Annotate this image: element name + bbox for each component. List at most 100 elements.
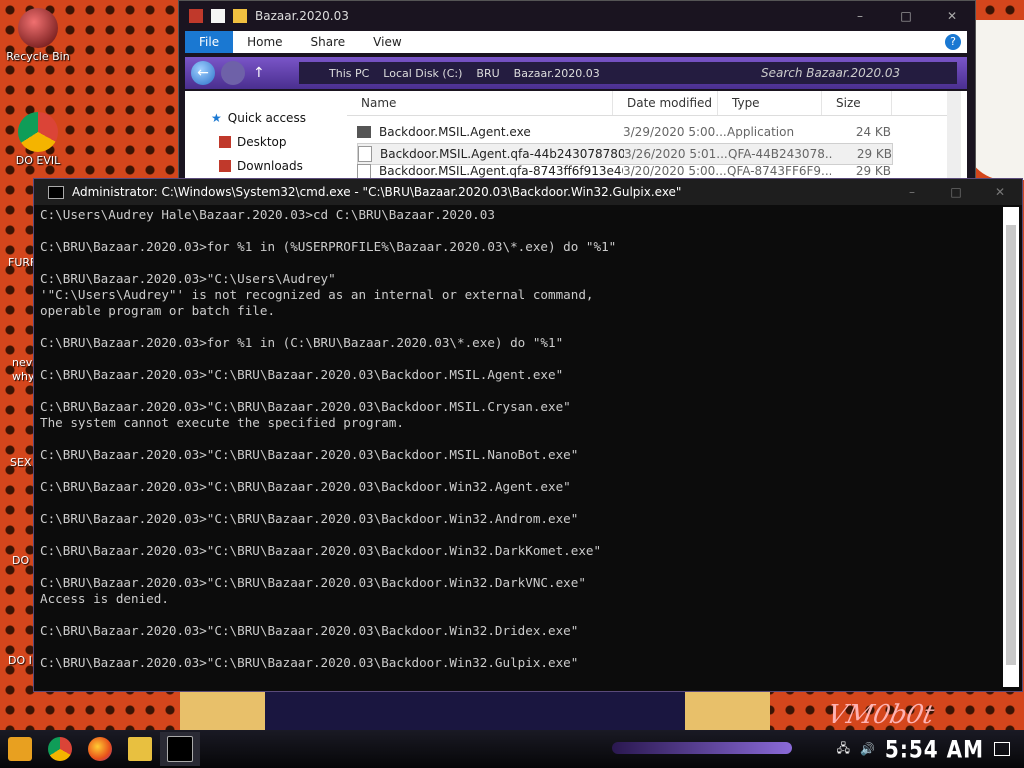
file-size: 29 KB [856,147,892,161]
file-name: Backdoor.MSIL.Agent.exe [379,125,531,139]
nav-item-downloads[interactable]: Downloads [219,159,303,173]
terminal-icon [167,736,193,762]
explorer-app-icon [189,9,203,23]
file-size: 24 KB [855,125,891,139]
clock[interactable]: 5:54 AM [885,735,984,764]
tab-file[interactable]: File [185,31,234,53]
console-line: C:\BRU\Bazaar.2020.03>"C:\BRU\Bazaar.202… [40,447,579,462]
start-button[interactable] [0,732,40,766]
maximize-button[interactable]: □ [934,179,978,205]
explorer-window-controls: – □ ✕ [837,1,975,31]
column-header-date[interactable]: Date modified [613,91,718,115]
search-input[interactable]: Search Bazaar.2020.03 [751,62,957,84]
notification-icon[interactable] [994,742,1010,756]
close-button[interactable]: ✕ [978,179,1022,205]
nav-item-label: Desktop [237,135,287,149]
network-icon[interactable]: 🖧 [837,739,850,760]
star-icon: ★ [211,111,222,125]
file-row[interactable]: Backdoor.MSIL.Agent.qfa-44b243078780fa..… [357,143,893,165]
ribbon-tabs: File Home Share View ? [185,31,967,53]
downloads-folder-icon [219,160,231,172]
desktop-icon-partial-label[interactable]: why [12,370,34,383]
console-line: Access is denied. [40,591,169,606]
console-line: C:\BRU\Bazaar.2020.03>"C:\BRU\Bazaar.202… [40,575,586,590]
console-line: C:\BRU\Bazaar.2020.03>"C:\BRU\Bazaar.202… [40,479,571,494]
nav-item-desktop[interactable]: Desktop [219,135,287,149]
tab-view[interactable]: View [359,31,415,53]
desktop-icon-partial-label[interactable]: SEX [10,456,31,469]
taskbar-app-chrome[interactable] [40,732,80,766]
scrollbar-thumb[interactable] [1006,225,1016,665]
cmd-window-controls: – □ ✕ [890,179,1022,205]
cmd-titlebar[interactable]: Administrator: C:\Windows\System32\cmd.e… [34,179,1022,205]
column-header-type[interactable]: Type [718,91,822,115]
console-line: '"C:\Users\Audrey"' is not recognized as… [40,287,594,302]
console-scrollbar[interactable] [1003,207,1019,687]
console-line: The system cannot execute the specified … [40,415,404,430]
up-arrow-icon[interactable]: ↑ [253,65,265,81]
file-date: 3/29/2020 5:00... [623,125,727,139]
console-line: C:\BRU\Bazaar.2020.03>"C:\Users\Audrey" [40,271,336,286]
file-size: 29 KB [855,164,891,178]
application-file-icon [357,126,371,138]
console-line: C:\BRU\Bazaar.2020.03>"C:\BRU\Bazaar.202… [40,543,602,558]
navigation-pane: ★ Quick access Desktop Downloads [185,91,343,183]
breadcrumb-item[interactable]: BRU [476,67,499,80]
console-line: C:\BRU\Bazaar.2020.03>"C:\BRU\Bazaar.202… [40,655,579,670]
minimize-button[interactable]: – [890,179,934,205]
chrome-icon [48,737,72,761]
file-type: QFA-44B243078... [728,147,832,161]
column-header-size[interactable]: Size [822,91,892,115]
document-file-icon [357,164,371,178]
help-icon[interactable]: ? [945,34,961,50]
file-list-scrollbar[interactable] [947,91,961,183]
file-explorer-window[interactable]: Bazaar.2020.03 – □ ✕ File Home Share Vie… [178,0,976,184]
volume-icon[interactable]: 🔊 [860,742,875,756]
console-line: C:\BRU\Bazaar.2020.03>"C:\BRU\Bazaar.202… [40,623,579,638]
tab-share[interactable]: Share [297,31,360,53]
taskbar-app-firefox[interactable] [80,732,120,766]
file-row[interactable]: Backdoor.MSIL.Agent.exe 3/29/2020 5:00..… [357,122,891,142]
desktop-icon-partial-label[interactable]: DO I [8,654,32,667]
new-folder-icon[interactable] [233,9,247,23]
file-name: Backdoor.MSIL.Agent.qfa-8743ff6f913e40b.… [379,164,623,178]
forward-arrow-icon[interactable] [221,61,245,85]
maximize-button[interactable]: □ [883,1,929,31]
document-file-icon [358,146,372,162]
console-line: C:\BRU\Bazaar.2020.03>"C:\BRU\Bazaar.202… [40,511,579,526]
breadcrumb-item[interactable]: Local Disk (C:) [383,67,462,80]
breadcrumb-item[interactable]: This PC [329,67,369,80]
file-list-header: Name Date modified Type Size [347,91,947,116]
console-output[interactable]: C:\Users\Audrey Hale\Bazaar.2020.03>cd C… [40,207,1000,691]
desktop-icon-do-evil[interactable]: DO EVIL [2,112,74,167]
cmd-window[interactable]: Administrator: C:\Windows\System32\cmd.e… [33,178,1023,692]
explorer-content: ★ Quick access Desktop Downloads Name Da… [185,91,967,183]
tab-home[interactable]: Home [233,31,296,53]
nav-item-quick-access[interactable]: ★ Quick access [211,111,306,125]
recycle-bin-icon [18,8,58,48]
taskbar-decoration [612,742,792,754]
properties-icon[interactable] [211,9,225,23]
minimize-button[interactable]: – [837,1,883,31]
file-row[interactable]: Backdoor.MSIL.Agent.qfa-8743ff6f913e40b.… [357,164,891,178]
close-button[interactable]: ✕ [929,1,975,31]
breadcrumb-item[interactable]: Bazaar.2020.03 [514,67,600,80]
system-tray: 🖧 🔊 5:54 AM [837,730,1024,768]
console-line: operable program or batch file. [40,303,276,318]
column-header-name[interactable]: Name [347,91,613,115]
breadcrumb[interactable]: This PC Local Disk (C:) BRU Bazaar.2020.… [299,62,775,84]
back-arrow-icon[interactable]: ← [191,61,215,85]
file-date: 3/20/2020 5:00... [623,164,727,178]
desktop-icon-recycle-bin[interactable]: Recycle Bin [2,8,74,63]
start-icon [8,737,32,761]
taskbar-app-explorer[interactable] [120,732,160,766]
taskbar-app-cmd[interactable] [160,732,200,766]
